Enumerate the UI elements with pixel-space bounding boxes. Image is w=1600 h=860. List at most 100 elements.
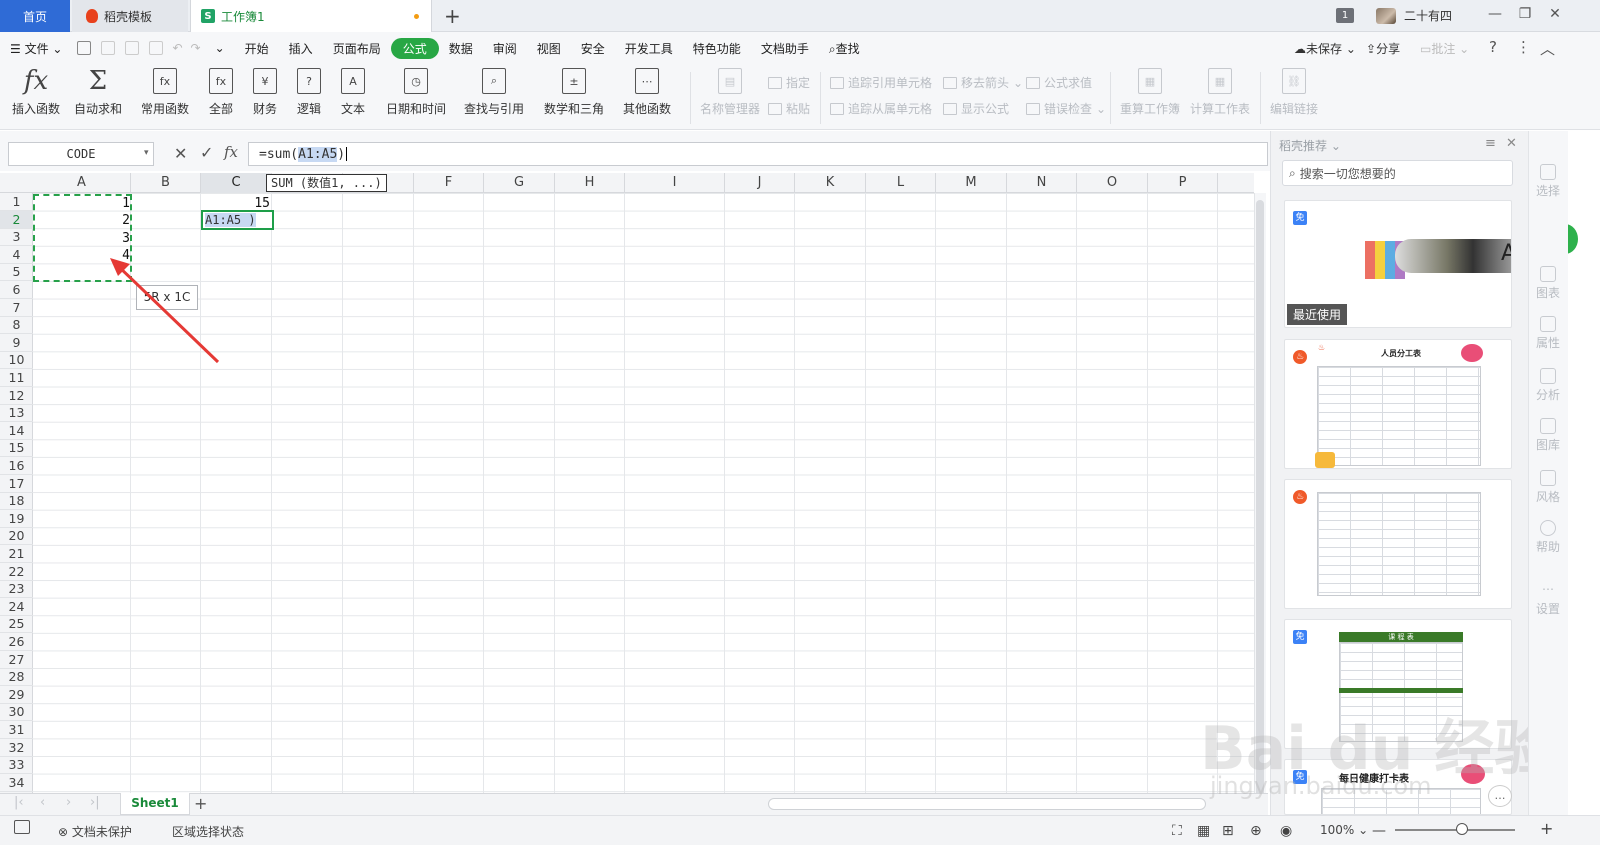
- pane-menu-icon[interactable]: ≡: [1485, 136, 1496, 151]
- row-header-18[interactable]: 18: [0, 492, 33, 511]
- more-options-button[interactable]: ⋮: [1516, 38, 1531, 56]
- chat-icon[interactable]: …: [1488, 785, 1512, 807]
- error-check-button[interactable]: 错误检查 ⌄: [1026, 100, 1106, 117]
- menu-view[interactable]: 视图: [527, 40, 571, 57]
- template-card-staff-division[interactable]: ♨ ♨ 人员分工表: [1284, 339, 1512, 469]
- pane-close-icon[interactable]: ✕: [1506, 136, 1517, 151]
- menu-review[interactable]: 审阅: [483, 40, 527, 57]
- show-formulas-button[interactable]: 显示公式: [943, 100, 1009, 117]
- trace-precedents-button[interactable]: 追踪引用单元格: [830, 74, 932, 91]
- last-sheet-icon[interactable]: ›|: [90, 795, 100, 810]
- confirm-icon[interactable]: ✓: [200, 143, 213, 162]
- formula-input[interactable]: =sum(A1:A5): [248, 142, 1268, 166]
- menu-page-layout[interactable]: 页面布局: [323, 40, 391, 57]
- redo-icon[interactable]: ↷: [187, 41, 205, 55]
- row-header-15[interactable]: 15: [0, 439, 33, 458]
- row-header-2[interactable]: 2: [0, 210, 33, 229]
- other-functions-button[interactable]: ⋯ 其他函数: [623, 68, 671, 117]
- menu-insert[interactable]: 插入: [279, 40, 323, 57]
- trace-dependents-button[interactable]: 追踪从属单元格: [830, 100, 932, 117]
- minimize-button[interactable]: —: [1480, 6, 1510, 22]
- format-painter-icon[interactable]: [101, 41, 116, 55]
- row-header-8[interactable]: 8: [0, 316, 33, 335]
- row-header-3[interactable]: 3: [0, 228, 33, 247]
- menu-security[interactable]: 安全: [571, 40, 615, 57]
- print-icon[interactable]: [125, 41, 140, 55]
- row-header-16[interactable]: 16: [0, 457, 33, 475]
- horizontal-scrollbar[interactable]: [768, 798, 1206, 810]
- macro-icon[interactable]: [14, 820, 30, 834]
- sidebar-item-analysis[interactable]: 分析: [1528, 368, 1568, 403]
- row-header-19[interactable]: 19: [0, 510, 33, 528]
- menu-features[interactable]: 特色功能: [683, 40, 751, 57]
- page-break-view-icon[interactable]: ⊞: [1222, 823, 1234, 839]
- row-header-24[interactable]: 24: [0, 598, 33, 616]
- sidebar-item-style[interactable]: 风格: [1528, 470, 1568, 505]
- specify-button[interactable]: 指定: [768, 74, 810, 91]
- comment-button[interactable]: ▭批注 ⌄: [1420, 40, 1469, 57]
- remove-arrows-button[interactable]: 移去箭头 ⌄: [943, 74, 1023, 91]
- sidebar-item-help[interactable]: 帮助: [1528, 520, 1568, 555]
- column-header-l[interactable]: L: [866, 173, 936, 193]
- sidebar-item-select[interactable]: 选择: [1528, 164, 1568, 199]
- sidebar-item-chart[interactable]: 图表: [1528, 266, 1568, 301]
- logic-functions-button[interactable]: ? 逻辑: [297, 68, 321, 117]
- quick-access-dropdown-icon[interactable]: ⌄: [205, 41, 235, 55]
- row-header-7[interactable]: 7: [0, 299, 33, 317]
- template-search-input[interactable]: ⌕ 搜索一切您想要的: [1282, 160, 1513, 186]
- pane-title[interactable]: 稻壳推荐 ⌄: [1279, 137, 1341, 154]
- eye-protect-icon[interactable]: ◉: [1280, 823, 1292, 839]
- zoom-slider[interactable]: [1395, 829, 1515, 831]
- column-header-h[interactable]: H: [555, 173, 625, 193]
- sidebar-item-settings[interactable]: ⋯ 设置: [1528, 582, 1568, 617]
- sidebar-item-library[interactable]: 图库: [1528, 418, 1568, 453]
- column-header-p[interactable]: P: [1148, 173, 1218, 193]
- sidebar-item-properties[interactable]: 属性: [1528, 316, 1568, 351]
- row-header-21[interactable]: 21: [0, 545, 33, 563]
- chevron-down-icon[interactable]: ▾: [144, 148, 149, 158]
- all-functions-button[interactable]: fx 全部: [209, 68, 233, 117]
- close-button[interactable]: ✕: [1540, 6, 1570, 22]
- reading-view-icon[interactable]: ⊕: [1250, 823, 1262, 839]
- preview-icon[interactable]: [149, 41, 164, 55]
- common-functions-button[interactable]: fx 常用函数: [141, 68, 189, 117]
- tab-daoke-template[interactable]: 稻壳模板: [72, 0, 188, 32]
- datetime-functions-button[interactable]: ◷ 日期和时间: [386, 68, 446, 117]
- row-header-10[interactable]: 10: [0, 351, 33, 370]
- row-header-11[interactable]: 11: [0, 369, 33, 387]
- row-header-30[interactable]: 30: [0, 703, 33, 722]
- new-tab-button[interactable]: +: [444, 4, 461, 28]
- column-header-i[interactable]: I: [625, 173, 725, 193]
- menu-start[interactable]: 开始: [235, 40, 279, 57]
- calc-sheet-button[interactable]: ▦ 计算工作表: [1190, 68, 1250, 117]
- prev-sheet-icon[interactable]: ‹: [40, 795, 45, 810]
- tab-workbook[interactable]: S 工作簿1: [190, 0, 432, 32]
- row-header-5[interactable]: 5: [0, 263, 33, 282]
- row-header-28[interactable]: 28: [0, 668, 33, 687]
- row-header-13[interactable]: 13: [0, 404, 33, 423]
- column-header-f[interactable]: F: [414, 173, 484, 193]
- undo-icon[interactable]: ↶: [168, 41, 186, 55]
- finance-functions-button[interactable]: ¥ 财务: [253, 68, 277, 117]
- normal-view-icon[interactable]: ▦: [1197, 823, 1210, 839]
- row-header-23[interactable]: 23: [0, 580, 33, 599]
- recalc-workbook-button[interactable]: ▦ 重算工作簿: [1120, 68, 1180, 117]
- file-menu[interactable]: ☰ 文件 ⌄: [0, 40, 72, 57]
- column-header-j[interactable]: J: [725, 173, 795, 193]
- text-functions-button[interactable]: A 文本: [341, 68, 365, 117]
- insert-function-icon[interactable]: fx: [224, 143, 238, 161]
- zoom-slider-handle[interactable]: [1456, 823, 1468, 835]
- row-header-9[interactable]: 9: [0, 334, 33, 352]
- row-header-25[interactable]: 25: [0, 615, 33, 634]
- zoom-out-icon[interactable]: —: [1372, 823, 1386, 839]
- share-button[interactable]: ⇪分享: [1366, 40, 1400, 57]
- save-icon[interactable]: [77, 41, 92, 55]
- column-header-b[interactable]: B: [131, 173, 201, 193]
- protection-status[interactable]: ⊗ 文档未保护: [58, 823, 132, 840]
- tab-home[interactable]: 首页: [0, 0, 70, 32]
- row-header-6[interactable]: 6: [0, 281, 33, 299]
- row-header-4[interactable]: 4: [0, 246, 33, 264]
- name-manager-button[interactable]: ▤ 名称管理器: [700, 68, 760, 117]
- fullscreen-icon[interactable]: ⛶: [1172, 823, 1182, 839]
- next-sheet-icon[interactable]: ›: [66, 795, 71, 810]
